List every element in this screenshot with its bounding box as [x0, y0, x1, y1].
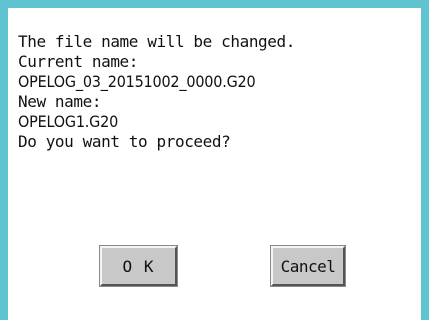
current-name-value: OPELOG_03_20151002_0000.G20 [18, 72, 256, 91]
cancel-button[interactable]: Cancel [270, 245, 346, 287]
dialog-message: The file name will be changed. Current n… [18, 32, 418, 152]
proceed-question: Do you want to proceed? [18, 132, 231, 151]
new-name-label: New name: [18, 92, 102, 111]
new-name-value: OPELOG1.G20 [18, 112, 119, 131]
ok-button[interactable]: O K [99, 245, 178, 287]
rename-confirm-dialog: The file name will be changed. Current n… [0, 0, 429, 320]
current-name-label: Current name: [18, 52, 139, 71]
message-line-intro: The file name will be changed. [18, 32, 295, 51]
